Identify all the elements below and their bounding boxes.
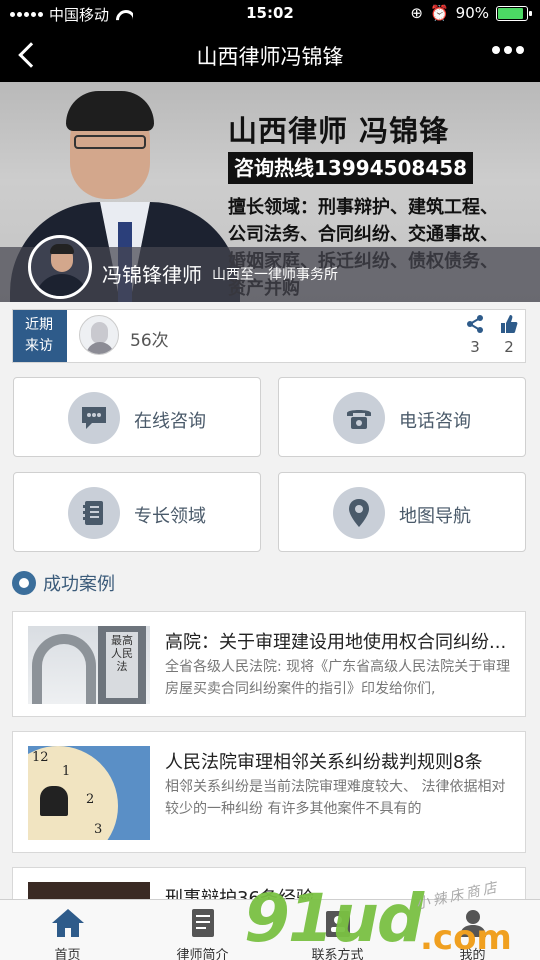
banner-headline: 山西律师 冯锦锋: [228, 114, 450, 148]
status-bar: 中国移动 15:02 ⊕ ⏰ 90%: [0, 0, 540, 28]
watermark-domain: .com: [420, 918, 512, 958]
phone-consult-button[interactable]: 电话咨询: [278, 377, 526, 457]
online-consult-button[interactable]: 在线咨询: [13, 377, 261, 457]
alarm-icon: ⏰: [429, 4, 449, 22]
chat-icon: [68, 392, 120, 444]
success-cases-header: 成功案例: [12, 569, 115, 597]
phone-icon: [333, 392, 385, 444]
clock-number: 12: [32, 750, 49, 765]
clock-number: 2: [86, 792, 95, 807]
court-sign-text: 最高人民法: [111, 634, 133, 673]
like-button[interactable]: 2: [494, 314, 524, 356]
tab-home[interactable]: 首页: [0, 900, 135, 960]
phone-consult-label: 电话咨询: [399, 411, 471, 432]
book-icon: [68, 487, 120, 539]
recent-visits-tag: 近期 来访: [13, 310, 67, 362]
court-thumbnail: 最高人民法: [28, 626, 150, 704]
like-count: 2: [504, 338, 514, 356]
success-cases-title: 成功案例: [43, 574, 115, 595]
battery-icon: [496, 5, 532, 21]
page-title: 山西律师冯锦锋: [196, 45, 344, 69]
share-icon: [467, 315, 483, 333]
tab-home-label: 首页: [54, 948, 81, 960]
banner-hotline: 咨询热线13994508458: [228, 152, 474, 184]
visitor-avatar[interactable]: [79, 315, 119, 355]
recent-visits-bar: 近期 来访 56次 3 2: [12, 309, 526, 363]
avatar[interactable]: [28, 235, 92, 299]
thumbs-up-icon: [501, 315, 518, 333]
profile-strip: 冯锦锋律师 山西至一律师事务所: [0, 235, 540, 302]
share-button[interactable]: 3: [460, 314, 490, 356]
gear-icon: [12, 571, 36, 595]
document-icon: [191, 909, 214, 937]
specialty-label: 专长领域: [134, 506, 206, 527]
case-title: 人民法院审理相邻关系纠纷裁判规则8条: [165, 752, 483, 773]
map-navigation-label: 地图导航: [399, 506, 471, 527]
share-count: 3: [470, 338, 480, 356]
clock-number: 3: [94, 822, 103, 837]
battery-percent: 90%: [455, 4, 489, 22]
status-right: ⊕ ⏰ 90%: [410, 4, 532, 22]
nav-bar: 山西律师冯锦锋: [0, 28, 540, 82]
more-options-button[interactable]: [492, 46, 524, 54]
clock-thumbnail: 12 1 2 3: [28, 746, 150, 840]
visit-count: 56次: [130, 331, 169, 351]
watermark-logo: 91ud: [244, 880, 424, 957]
law-firm: 山西至一律师事务所: [212, 267, 338, 283]
case-item[interactable]: 12 1 2 3 人民法院审理相邻关系纠纷裁判规则8条 相邻关系纠纷是当前法院审…: [12, 731, 526, 853]
specialty-button[interactable]: 专长领域: [13, 472, 261, 552]
map-navigation-button[interactable]: 地图导航: [278, 472, 526, 552]
clock-number: 1: [62, 764, 71, 779]
online-consult-label: 在线咨询: [134, 411, 206, 432]
case-description: 相邻关系纠纷是当前法院审理难度较大、 法律依据相对较少的一种纠纷 有许多其他案件…: [165, 779, 506, 817]
case-item[interactable]: 最高人民法 高院：关于审理建设用地使用权合同纠纷... 全省各级人民法院: 现将…: [12, 611, 526, 717]
case-title: 高院：关于审理建设用地使用权合同纠纷...: [165, 632, 507, 653]
case-description: 全省各级人民法院: 现将《广东省高级人民法院关于审理房屋买卖合同纠纷案件的指引》…: [165, 659, 511, 697]
lawyer-banner: 山西律师 冯锦锋 咨询热线13994508458 擅长领域：刑事辩护、建筑工程、…: [0, 82, 540, 302]
rotation-lock-icon: ⊕: [410, 4, 423, 22]
lawyer-name: 冯锦锋律师: [102, 263, 202, 287]
home-icon: [51, 909, 84, 937]
map-pin-icon: [333, 487, 385, 539]
